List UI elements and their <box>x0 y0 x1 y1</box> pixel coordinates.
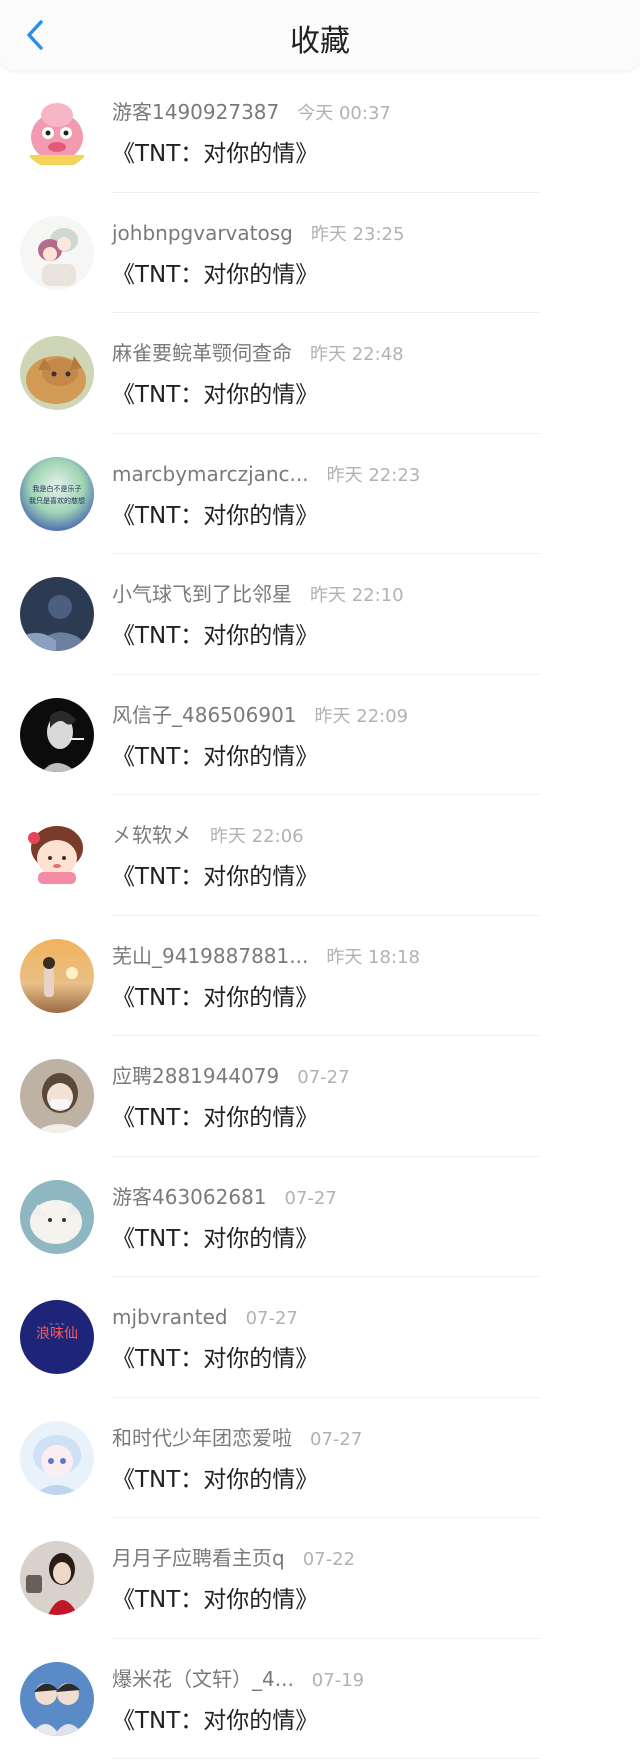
timestamp: 昨天 22:09 <box>315 706 409 727</box>
avatar[interactable]: 浪味仙~ ~ ~ <box>20 1300 94 1374</box>
svg-text:我是白不是乐子: 我是白不是乐子 <box>33 484 82 493</box>
username[interactable]: 月月子应聘看主页q <box>112 1546 285 1570</box>
book-title[interactable]: 《TNT：对你的情》 <box>112 1701 318 1735</box>
username[interactable]: 风信子_486506901 <box>112 703 297 727</box>
page-title: 收藏 <box>0 16 640 60</box>
avatar[interactable] <box>20 939 94 1013</box>
list-item[interactable]: 芜山_9419887881... 昨天 18:18 《TNT：对你的情》 <box>0 916 640 1037</box>
top-bar: 收藏 <box>0 0 640 70</box>
list-item[interactable]: 我是白不是乐子我只是喜欢的慈想 marcbymarczjanc... 昨天 22:… <box>0 434 640 555</box>
item-meta: 应聘2881944079 07-27 <box>112 1063 350 1091</box>
username[interactable]: 爆米花（文轩）_4... <box>112 1667 294 1691</box>
item-meta: 芜山_9419887881... 昨天 18:18 <box>112 943 420 971</box>
book-title[interactable]: 《TNT：对你的情》 <box>112 375 318 409</box>
list-item[interactable]: 小气球飞到了比邻星昨天 22:10 《TNT：对你的情》 <box>0 554 640 675</box>
favorites-list: 游客1490927387 今天 00:37 《TNT：对你的情》 johbnpgv… <box>0 72 640 1759</box>
avatar[interactable] <box>20 336 94 410</box>
list-item[interactable]: 麻雀要鲩革颚伺查命昨天 22:48 《TNT：对你的情》 <box>0 313 640 434</box>
username[interactable]: 和时代少年团恋爱啦 <box>112 1426 292 1450</box>
list-item[interactable]: 爆米花（文轩）_4... 07-19 《TNT：对你的情》 <box>0 1639 640 1759</box>
avatar[interactable] <box>20 95 94 169</box>
item-meta: 麻雀要鲩革颚伺查命昨天 22:48 <box>112 340 404 368</box>
book-title[interactable]: 《TNT：对你的情》 <box>112 496 318 530</box>
book-title[interactable]: 《TNT：对你的情》 <box>112 134 318 168</box>
item-meta: marcbymarczjanc... 昨天 22:23 <box>112 461 420 489</box>
avatar[interactable] <box>20 216 94 290</box>
avatar[interactable] <box>20 818 94 892</box>
item-meta: 爆米花（文轩）_4... 07-19 <box>112 1666 364 1694</box>
item-meta: 月月子应聘看主页q 07-22 <box>112 1545 355 1573</box>
list-item[interactable]: 月月子应聘看主页q 07-22 《TNT：对你的情》 <box>0 1518 640 1639</box>
timestamp: 07-27 <box>297 1067 349 1088</box>
avatar[interactable] <box>20 698 94 772</box>
avatar[interactable] <box>20 577 94 651</box>
timestamp: 昨天 23:25 <box>311 224 405 245</box>
book-title[interactable]: 《TNT：对你的情》 <box>112 616 318 650</box>
book-title[interactable]: 《TNT：对你的情》 <box>112 255 318 289</box>
list-item[interactable]: 风信子_486506901 昨天 22:09 《TNT：对你的情》 <box>0 675 640 796</box>
book-title[interactable]: 《TNT：对你的情》 <box>112 737 318 771</box>
username[interactable]: johbnpgvarvatosg <box>112 221 293 245</box>
username[interactable]: 应聘2881944079 <box>112 1064 279 1088</box>
timestamp: 昨天 22:23 <box>327 465 421 486</box>
item-meta: johbnpgvarvatosg 昨天 23:25 <box>112 220 404 248</box>
timestamp: 今天 00:37 <box>297 103 391 124</box>
list-item[interactable]: 游客1490927387 今天 00:37 《TNT：对你的情》 <box>0 72 640 193</box>
list-item[interactable]: 应聘2881944079 07-27 《TNT：对你的情》 <box>0 1036 640 1157</box>
avatar[interactable] <box>20 1662 94 1736</box>
item-meta: 风信子_486506901 昨天 22:09 <box>112 702 408 730</box>
book-title[interactable]: 《TNT：对你的情》 <box>112 978 318 1012</box>
avatar[interactable] <box>20 1059 94 1133</box>
svg-text:~ ~ ~: ~ ~ ~ <box>49 1322 65 1328</box>
timestamp: 昨天 18:18 <box>326 947 420 968</box>
avatar[interactable] <box>20 1421 94 1495</box>
timestamp: 07-22 <box>303 1549 355 1570</box>
item-meta: mjbvranted 07-27 <box>112 1304 298 1332</box>
avatar[interactable]: 我是白不是乐子我只是喜欢的慈想 <box>20 457 94 531</box>
timestamp: 07-27 <box>310 1429 362 1450</box>
list-item[interactable]: 游客463062681 07-27 《TNT：对你的情》 <box>0 1157 640 1278</box>
item-meta: 游客1490927387 今天 00:37 <box>112 99 391 127</box>
item-meta: 小气球飞到了比邻星昨天 22:10 <box>112 581 404 609</box>
book-title[interactable]: 《TNT：对你的情》 <box>112 1460 318 1494</box>
svg-text:浪味仙: 浪味仙 <box>36 1326 78 1342</box>
list-item[interactable]: johbnpgvarvatosg 昨天 23:25 《TNT：对你的情》 <box>0 193 640 314</box>
svg-text:我只是喜欢的慈想: 我只是喜欢的慈想 <box>29 496 85 505</box>
avatar[interactable] <box>20 1541 94 1615</box>
timestamp: 07-27 <box>285 1188 337 1209</box>
book-title[interactable]: 《TNT：对你的情》 <box>112 1580 318 1614</box>
username[interactable]: 游客1490927387 <box>112 100 279 124</box>
timestamp: 昨天 22:48 <box>310 344 404 365</box>
timestamp: 07-19 <box>312 1670 364 1691</box>
timestamp: 昨天 22:06 <box>210 826 304 847</box>
item-meta: 㐅软软㐅昨天 22:06 <box>112 822 304 850</box>
book-title[interactable]: 《TNT：对你的情》 <box>112 1098 318 1132</box>
book-title[interactable]: 《TNT：对你的情》 <box>112 1339 318 1373</box>
item-meta: 和时代少年团恋爱啦 07-27 <box>112 1425 362 1453</box>
list-item[interactable]: 㐅软软㐅昨天 22:06 《TNT：对你的情》 <box>0 795 640 916</box>
avatar[interactable] <box>20 1180 94 1254</box>
list-item[interactable]: 和时代少年团恋爱啦 07-27 《TNT：对你的情》 <box>0 1398 640 1519</box>
username[interactable]: 游客463062681 <box>112 1185 267 1209</box>
item-meta: 游客463062681 07-27 <box>112 1184 337 1212</box>
username[interactable]: marcbymarczjanc... <box>112 462 309 486</box>
username[interactable]: 麻雀要鲩革颚伺查命 <box>112 341 292 365</box>
book-title[interactable]: 《TNT：对你的情》 <box>112 1219 318 1253</box>
username[interactable]: 小气球飞到了比邻星 <box>112 582 292 606</box>
timestamp: 昨天 22:10 <box>310 585 404 606</box>
timestamp: 07-27 <box>246 1308 298 1329</box>
username[interactable]: 㐅软软㐅 <box>112 823 192 847</box>
username[interactable]: mjbvranted <box>112 1305 228 1329</box>
username[interactable]: 芜山_9419887881... <box>112 944 308 968</box>
list-item[interactable]: 浪味仙~ ~ ~ mjbvranted 07-27 《TNT：对你的情》 <box>0 1277 640 1398</box>
book-title[interactable]: 《TNT：对你的情》 <box>112 857 318 891</box>
